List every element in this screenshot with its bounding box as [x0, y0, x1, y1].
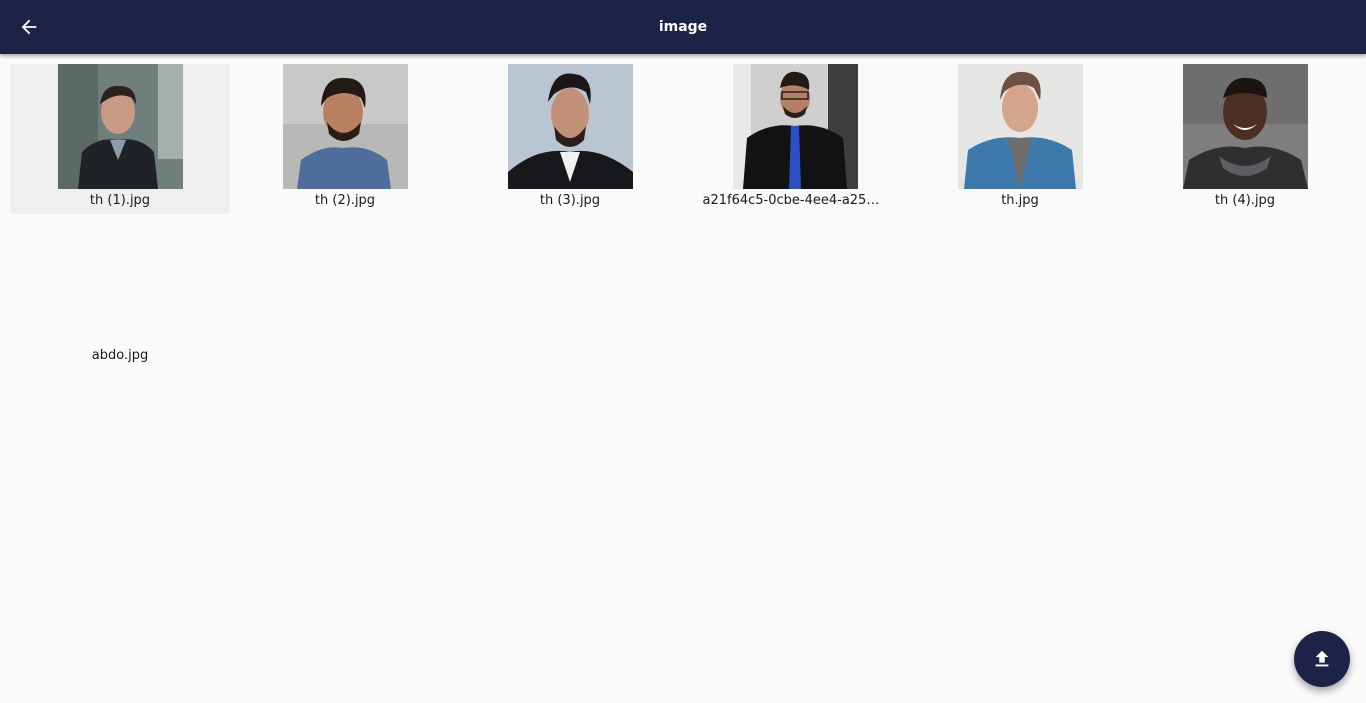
file-tile[interactable]: a21f64c5-0cbe-4ee4-a257-... [685, 64, 905, 214]
upload-button[interactable] [1294, 631, 1350, 687]
image-thumbnail [1182, 64, 1308, 189]
image-thumbnail [507, 64, 633, 189]
file-name: th (1).jpg [89, 193, 151, 208]
image-thumbnail [732, 64, 858, 189]
file-name: abdo.jpg [91, 348, 149, 363]
file-tile[interactable]: abdo.jpg [10, 219, 230, 369]
image-thumbnail [957, 64, 1083, 189]
file-tile[interactable]: th (3).jpg [460, 64, 680, 214]
file-name: a21f64c5-0cbe-4ee4-a257-... [702, 193, 888, 208]
file-name: th (2).jpg [314, 193, 376, 208]
file-tile[interactable]: th.jpg [910, 64, 1130, 214]
file-tile[interactable]: th (4).jpg [1135, 64, 1355, 214]
upload-icon [1315, 650, 1329, 667]
image-thumbnail [57, 64, 183, 189]
file-name: th (3).jpg [539, 193, 601, 208]
file-tile[interactable]: th (2).jpg [235, 64, 455, 214]
image-thumbnail [58, 219, 183, 344]
file-name: th (4).jpg [1214, 193, 1276, 208]
file-name: th.jpg [1001, 193, 1039, 208]
page-title: image [658, 19, 708, 35]
app-bar: image [0, 0, 1366, 54]
image-thumbnail [282, 64, 408, 189]
file-tile[interactable]: th (1).jpg [10, 64, 230, 214]
